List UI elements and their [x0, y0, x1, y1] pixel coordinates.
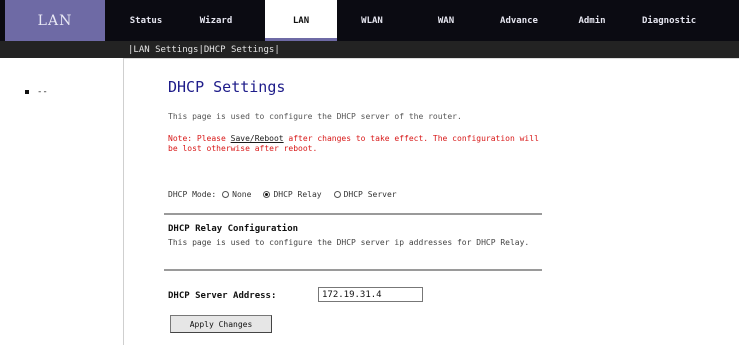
- tab-wizard[interactable]: Wizard: [182, 0, 250, 41]
- main-content: DHCP Settings This page is used to confi…: [124, 58, 739, 346]
- subnav-separator: |: [274, 44, 280, 55]
- sidebar-item-label: --: [37, 87, 48, 97]
- section-title: LAN: [37, 12, 73, 29]
- relay-config-description: This page is used to configure the DHCP …: [168, 238, 530, 247]
- top-navigation-bar: LAN Status Wizard LAN WLAN WAN Advance A…: [0, 0, 739, 41]
- mode-relay-radio[interactable]: [263, 191, 271, 198]
- mode-server-label: DHCP Server: [343, 190, 397, 199]
- divider: [164, 213, 542, 215]
- left-sidebar: --: [0, 58, 125, 345]
- dhcp-server-address-input[interactable]: [318, 287, 423, 302]
- apply-changes-button[interactable]: Apply Changes: [170, 315, 272, 333]
- subnav-dhcp-settings[interactable]: DHCP Settings: [204, 45, 274, 55]
- tab-diagnostic[interactable]: Diagnostic: [630, 0, 739, 41]
- notice-prefix: Note: Please: [168, 134, 231, 143]
- tab-status[interactable]: Status: [112, 0, 180, 41]
- router-admin-page: LAN Status Wizard LAN WLAN WAN Advance A…: [0, 0, 739, 346]
- divider: [164, 269, 542, 271]
- dhcp-mode-row: DHCP Mode: None DHCP Relay DHCP Server: [168, 190, 409, 199]
- dhcp-mode-label: DHCP Mode:: [168, 190, 217, 199]
- tab-lan[interactable]: LAN: [265, 0, 337, 41]
- page-description: This page is used to configure the DHCP …: [168, 112, 462, 121]
- tab-advance[interactable]: Advance: [484, 0, 554, 41]
- sub-navigation: | LAN Settings | DHCP Settings |: [128, 41, 280, 58]
- bullet-icon: [25, 90, 29, 94]
- sub-navigation-bar: [0, 41, 739, 58]
- relay-config-title: DHCP Relay Configuration: [168, 224, 299, 234]
- section-title-box: LAN: [5, 0, 105, 41]
- save-reboot-link[interactable]: Save/Reboot: [231, 134, 284, 143]
- mode-none-radio[interactable]: [222, 191, 230, 198]
- mode-relay-option[interactable]: DHCP Relay: [263, 190, 322, 199]
- subnav-lan-settings[interactable]: LAN Settings: [133, 45, 198, 55]
- dhcp-server-address-label: DHCP Server Address:: [168, 291, 277, 301]
- page-title: DHCP Settings: [168, 78, 286, 96]
- mode-server-radio[interactable]: [333, 191, 341, 198]
- tab-admin[interactable]: Admin: [558, 0, 626, 41]
- mode-none-label: None: [232, 190, 252, 199]
- tab-wan[interactable]: WAN: [412, 0, 480, 41]
- mode-server-option[interactable]: DHCP Server: [333, 190, 397, 199]
- mode-none-option[interactable]: None: [222, 190, 251, 199]
- save-reboot-notice: Note: Please Save/Reboot after changes t…: [168, 134, 548, 154]
- tab-wlan[interactable]: WLAN: [338, 0, 406, 41]
- main-nav: Status Wizard LAN WLAN WAN Advance Admin…: [112, 0, 739, 41]
- mode-relay-label: DHCP Relay: [273, 190, 322, 199]
- sidebar-item[interactable]: --: [25, 87, 48, 97]
